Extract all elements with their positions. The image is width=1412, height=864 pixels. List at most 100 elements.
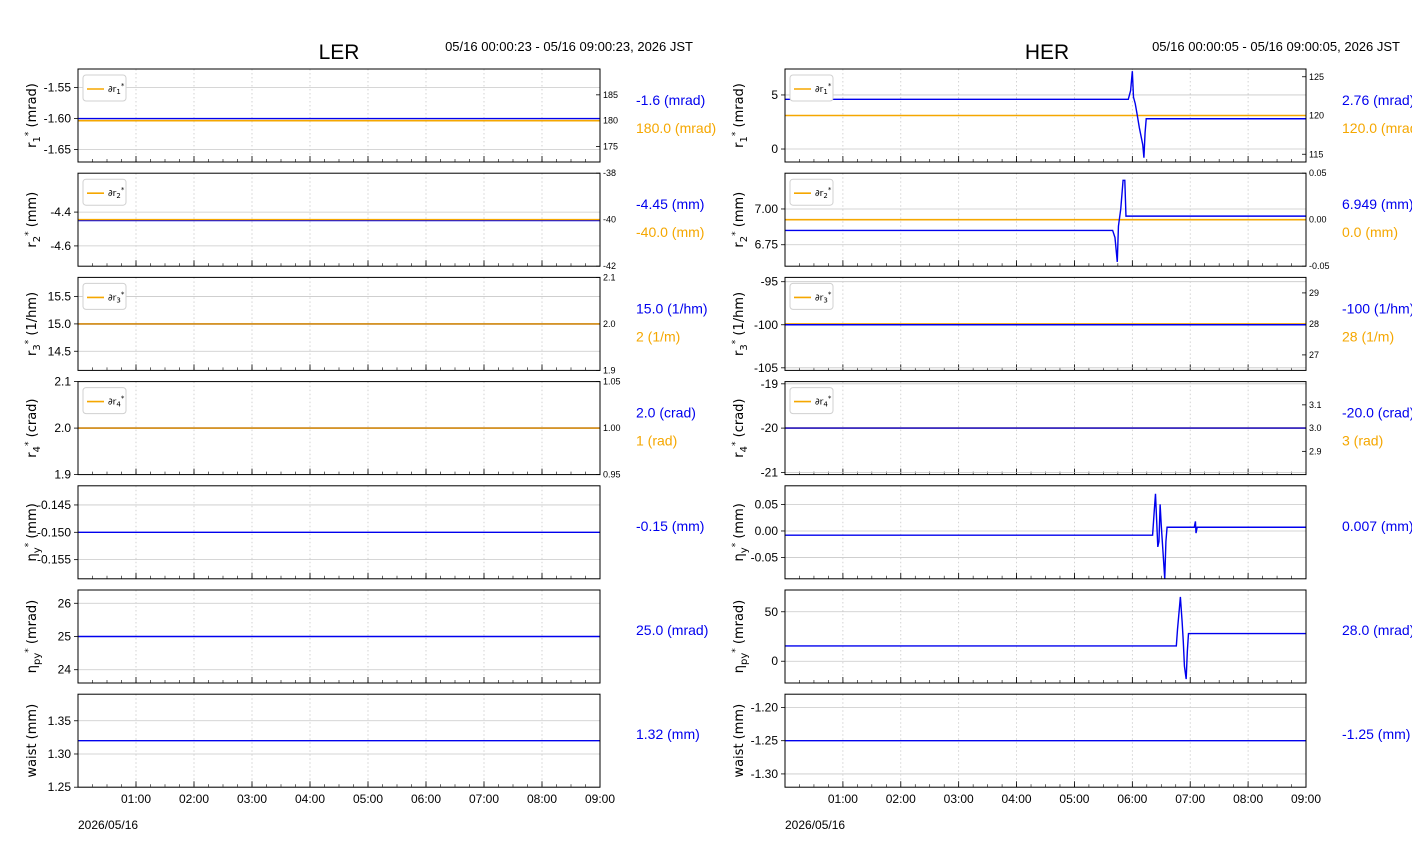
x-tick-label: 09:00 xyxy=(1291,792,1321,806)
y-tick-label: -1.55 xyxy=(44,81,72,95)
panel-1: 7.00 6.75 0.05 0.00 -0.05 ∂r2* r2* (mm) 6.949 (… xyxy=(731,168,1412,271)
x-tick-label: 04:00 xyxy=(1002,792,1032,806)
y2-tick-label: 1.00 xyxy=(603,423,621,433)
x-tick-label: 01:00 xyxy=(121,792,151,806)
y-tick-label: -0.145 xyxy=(37,498,71,512)
y-axis-label: waist (mm) xyxy=(25,704,40,778)
x-tick-label: 02:00 xyxy=(886,792,916,806)
y2-tick-label: 29 xyxy=(1309,288,1319,298)
y-axis-label: ηy* (mm) xyxy=(731,503,750,561)
y2-tick-label: 115 xyxy=(1309,149,1323,159)
legend: ∂r2* xyxy=(82,178,127,206)
y-tick-label: 2.0 xyxy=(54,421,71,435)
ler-chart: LER 05/16 00:00:23 - 05/16 09:00:23, 2026… xyxy=(24,39,716,832)
x-tick-label: 03:00 xyxy=(237,792,267,806)
y-tick-label: 1.35 xyxy=(48,714,72,728)
y-tick-label: -4.4 xyxy=(50,205,71,219)
y2-tick-label: 125 xyxy=(1309,72,1324,82)
x-tick-label: 06:00 xyxy=(411,792,441,806)
panel-frame xyxy=(77,68,601,163)
primary-readout: 1.32 (mm) xyxy=(636,726,700,742)
y2-tick-label: 185 xyxy=(603,90,618,100)
primary-readout: 2.0 (crad) xyxy=(636,405,696,421)
y2-tick-label: 1.9 xyxy=(603,365,616,375)
y-tick-label: 50 xyxy=(765,605,779,619)
x-tick-label: 05:00 xyxy=(353,792,383,806)
y-axis-label: r1* (mrad) xyxy=(731,83,750,148)
chart-title: HER xyxy=(1025,41,1069,64)
y-tick-label: 6.75 xyxy=(755,238,779,252)
primary-readout: 2.76 (mrad) xyxy=(1342,92,1412,108)
y-axis-label: r1* (mrad) xyxy=(24,83,43,148)
y-tick-label: 26 xyxy=(58,596,72,610)
secondary-readout: 0.0 (mm) xyxy=(1342,224,1398,240)
time-range: 05/16 00:00:05 - 05/16 09:00:05, 2026 JS… xyxy=(1152,39,1400,54)
primary-readout: 6.949 (mm) xyxy=(1342,196,1412,212)
panel-6: -1.20 -1.25 -1.30 waist (mm) -1.25 (mm) 01:00… xyxy=(732,693,1410,832)
panel-6: 1.35 1.30 1.25 waist (mm) 1.32 (mm) 01:00 02:0… xyxy=(25,693,700,832)
legend: ∂r1* xyxy=(82,74,127,102)
y2-tick-label: 1.05 xyxy=(603,377,621,387)
y-axis-label: r3* (1/hm) xyxy=(731,292,750,356)
primary-readout: -4.45 (mm) xyxy=(636,196,704,212)
chart-root: LER 05/16 00:00:23 - 05/16 09:00:23, 2026… xyxy=(24,39,1412,832)
primary-readout: -0.15 (mm) xyxy=(636,518,704,534)
y2-tick-label: -42 xyxy=(603,261,616,271)
y-tick-label: 24 xyxy=(58,663,72,677)
y-tick-label: 25 xyxy=(58,630,72,644)
primary-readout: -1.6 (mrad) xyxy=(636,92,705,108)
y2-tick-label: 2.1 xyxy=(603,272,616,282)
y-axis-label: ηpy* (mrad) xyxy=(24,600,43,674)
y-axis-label: r4* (crad) xyxy=(731,398,750,457)
x-tick-label: 03:00 xyxy=(944,792,974,806)
y-tick-label: -0.150 xyxy=(37,525,71,539)
legend: ∂r4* xyxy=(82,387,127,415)
primary-readout: -100 (1/hm) xyxy=(1342,300,1412,316)
y2-tick-label: 3.0 xyxy=(1309,423,1322,433)
y2-tick-label: 2.0 xyxy=(603,319,616,329)
y-axis-label: waist (mm) xyxy=(732,704,747,778)
y-tick-label: 14.5 xyxy=(48,344,72,358)
y-tick-label: 2.1 xyxy=(54,375,71,389)
panel-3: 2.1 2.0 1.9 1.05 1.00 0.95 ∂r4* r4* (crad) 2.0 (… xyxy=(24,375,696,482)
panel-frame xyxy=(784,485,1307,580)
y-tick-label: -21 xyxy=(761,465,779,479)
secondary-readout: 3 (rad) xyxy=(1342,433,1383,449)
y-tick-label: -1.20 xyxy=(751,700,779,714)
primary-readout: -20.0 (crad) xyxy=(1342,405,1412,421)
panel-frame xyxy=(784,589,1307,684)
panel-3: -19 -20 -21 3.1 3.0 2.9 ∂r4* r4* (crad) -20.0 (c… xyxy=(731,377,1412,480)
y-tick-label: 1.9 xyxy=(54,468,71,482)
primary-readout: 25.0 (mrad) xyxy=(636,622,708,638)
y-tick-label: 0.00 xyxy=(755,524,779,538)
primary-series-line xyxy=(785,596,1306,680)
primary-readout: 0.007 (mm) xyxy=(1342,518,1412,534)
y2-tick-label: 175 xyxy=(603,142,618,152)
y-axis-label: r4* (crad) xyxy=(24,398,43,457)
panel-2: 15.5 15.0 14.5 2.1 2.0 1.9 ∂r3* r3* (1/hm) 15.0 … xyxy=(24,272,708,375)
x-tick-label: 08:00 xyxy=(1233,792,1263,806)
secondary-readout: 28 (1/m) xyxy=(1342,328,1394,344)
y2-tick-label: -38 xyxy=(603,168,616,178)
time-range: 05/16 00:00:23 - 05/16 09:00:23, 2026 JS… xyxy=(445,39,693,54)
y-tick-label: -0.05 xyxy=(751,551,779,565)
panel-4: 0.05 0.00 -0.05ηy* (mm) 0.007 (mm) xyxy=(731,485,1412,580)
legend: ∂r4* xyxy=(789,387,834,415)
primary-series-line xyxy=(785,179,1306,262)
secondary-readout: 2 (1/m) xyxy=(636,328,680,344)
x-tick-label: 07:00 xyxy=(1175,792,1205,806)
legend: ∂r1* xyxy=(789,74,834,102)
y-tick-label: 1.30 xyxy=(48,747,72,761)
y-tick-label: -105 xyxy=(754,361,778,375)
panel-0: -1.55 -1.60 -1.65 185 180 175 ∂r1* r1* (mrad) -1… xyxy=(24,68,716,163)
y-tick-label: 5 xyxy=(771,88,778,102)
primary-readout: 15.0 (1/hm) xyxy=(636,300,708,316)
y2-tick-label: 3.1 xyxy=(1309,400,1322,410)
legend: ∂r3* xyxy=(789,282,834,310)
y-axis-label: r3* (1/hm) xyxy=(24,292,43,356)
y-tick-label: -4.6 xyxy=(50,239,71,253)
y2-tick-label: 180 xyxy=(603,116,618,126)
x-tick-label: 04:00 xyxy=(295,792,325,806)
secondary-readout: 120.0 (mrad) xyxy=(1342,120,1412,136)
panel-5: 50 0 ηpy* (mrad) 28.0 (mrad) xyxy=(731,589,1412,684)
